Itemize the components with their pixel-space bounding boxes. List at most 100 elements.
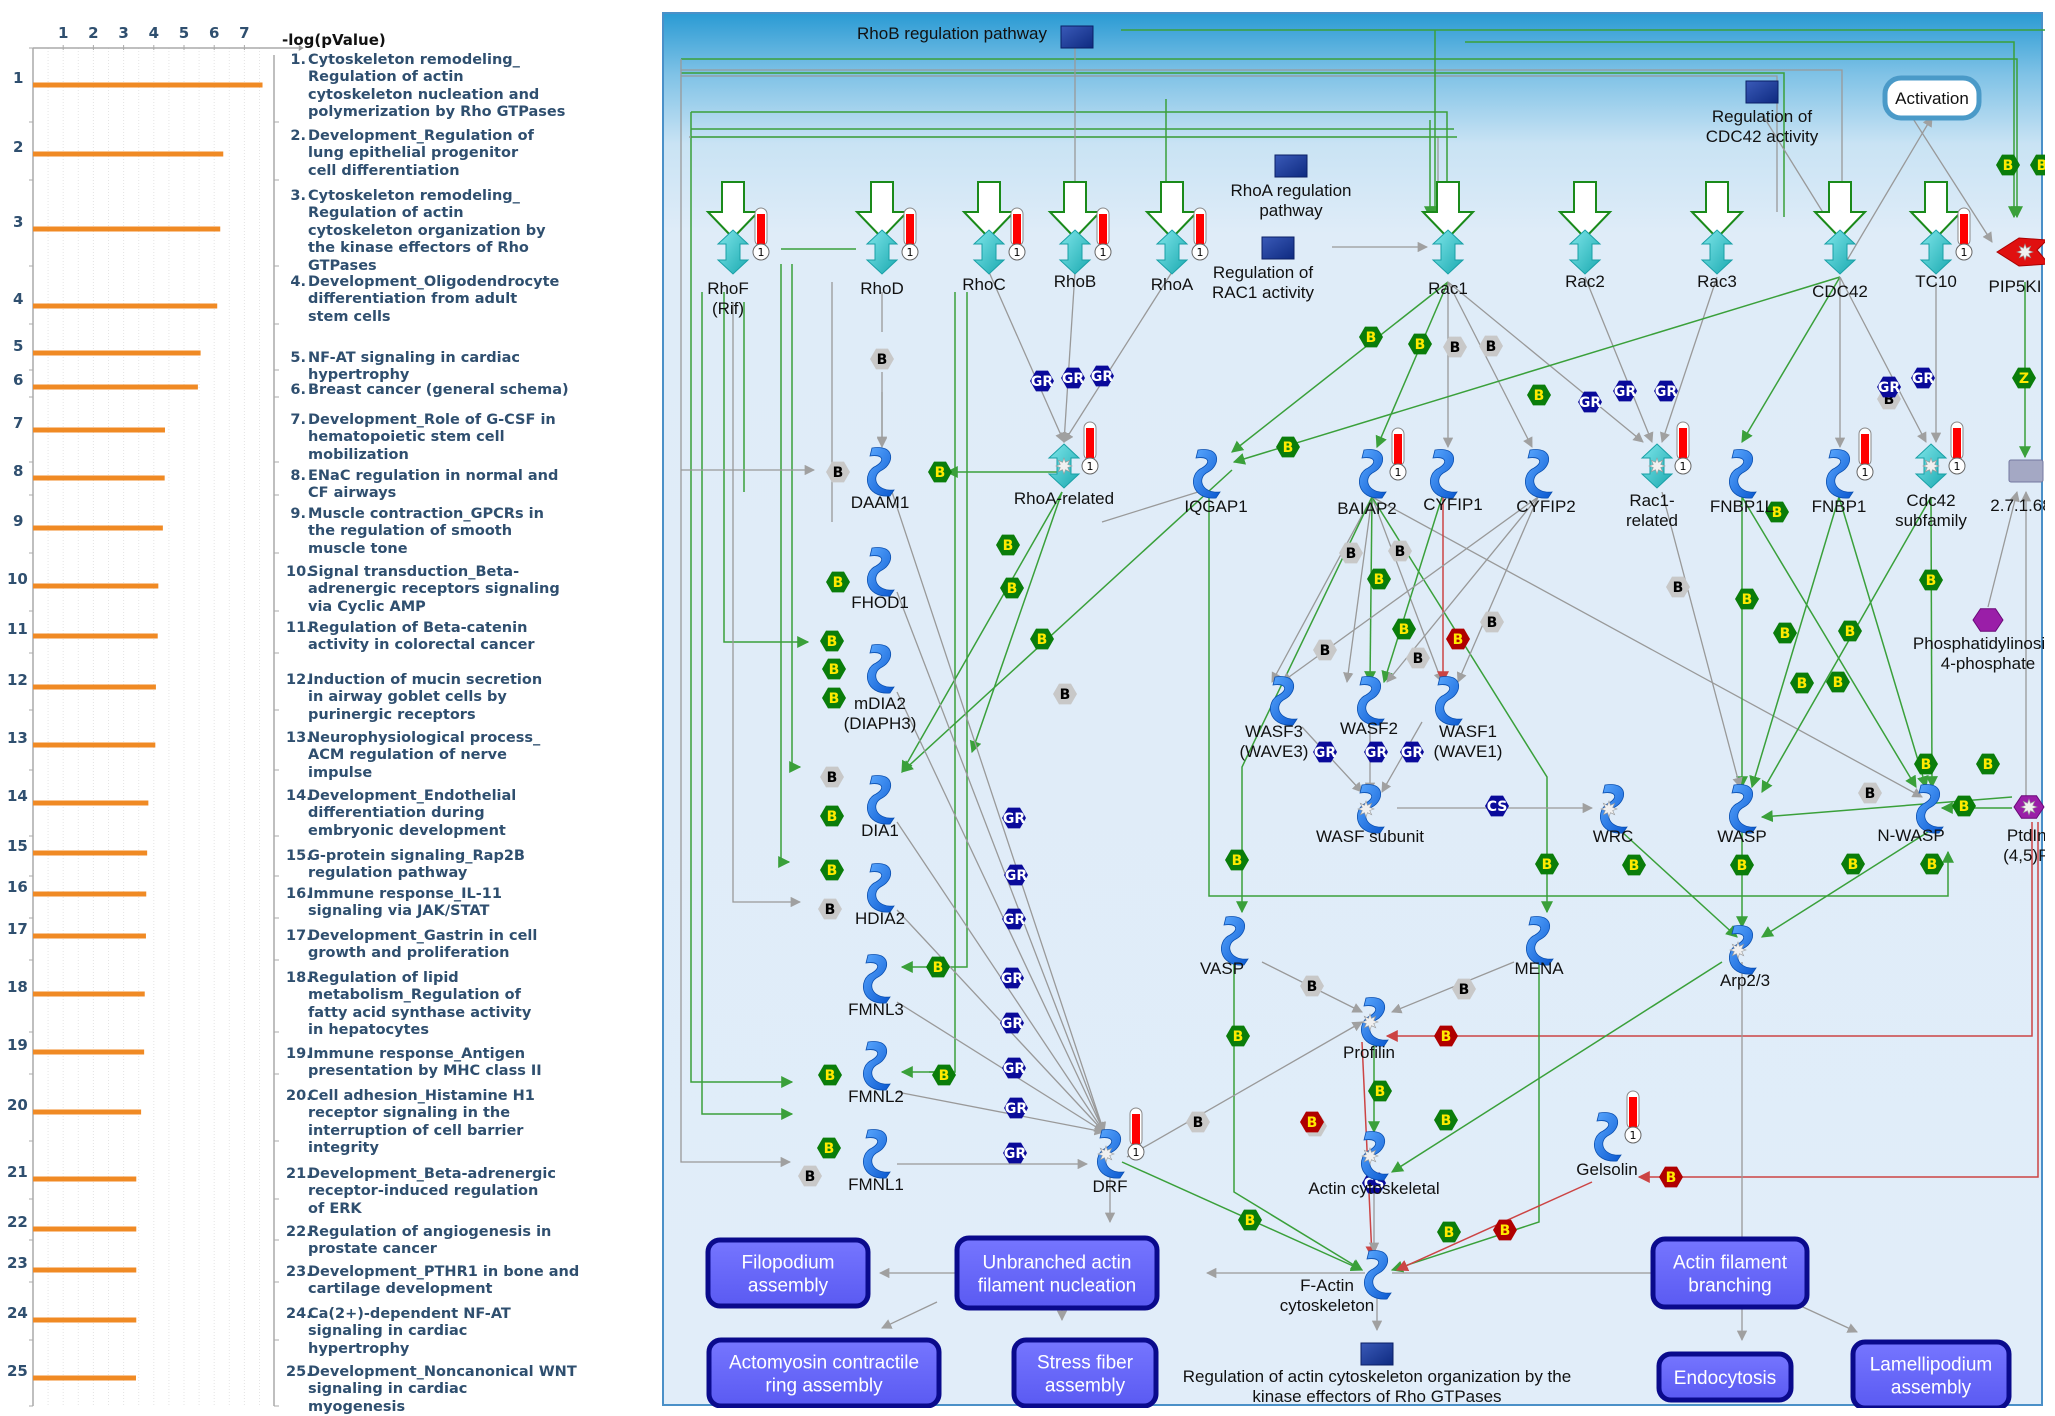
gr-interaction-badge[interactable]: GR — [1578, 391, 1602, 413]
binding-badge[interactable]: B — [1437, 1221, 1461, 1243]
binding-badge[interactable]: B — [1919, 569, 1943, 591]
binding-badge[interactable]: B — [1434, 1109, 1458, 1131]
node-fhod1[interactable]: FHOD1 — [851, 547, 909, 612]
pathway-link-rhob-reg[interactable]: RhoB regulation pathway — [857, 24, 1094, 49]
gr-interaction-badge[interactable]: GR — [1877, 376, 1901, 398]
binding-badge[interactable]: B — [1952, 795, 1976, 817]
node-ec27168[interactable]: 2.7.1.68 — [1990, 459, 2045, 515]
binding-badge[interactable]: B — [1527, 384, 1551, 406]
binding-badge[interactable]: B — [820, 859, 844, 881]
binding-badge[interactable]: B — [1030, 628, 1054, 650]
gr-interaction-badge[interactable]: GR — [1002, 807, 1026, 829]
binding-badge[interactable]: B — [1225, 849, 1249, 871]
node-cyfip1[interactable]: CYFIP1 — [1423, 449, 1483, 514]
node-rac3[interactable]: Rac3 — [1697, 229, 1737, 291]
node-cdc42[interactable]: CDC42 — [1812, 229, 1868, 301]
binding-badge[interactable]: B — [1493, 1219, 1517, 1241]
binding-badge[interactable]: B — [928, 461, 952, 483]
binding-badge[interactable]: B — [1368, 1080, 1392, 1102]
node-tc10[interactable]: TC10 — [1915, 229, 1957, 291]
process-stress-fiber[interactable]: Stress fiberassembly — [1011, 1337, 1159, 1408]
binding-badge[interactable]: B — [1238, 1209, 1262, 1231]
binding-badge[interactable]: B — [1359, 326, 1383, 348]
node-wrc[interactable]: WRC — [1593, 784, 1634, 846]
gr-interaction-badge[interactable]: CS — [1485, 795, 1509, 817]
gr-interaction-badge[interactable]: GR — [1004, 1097, 1028, 1119]
gr-interaction-badge[interactable]: GR — [1313, 741, 1337, 763]
node-fmnl3[interactable]: FMNL3 — [848, 954, 904, 1019]
node-rac2[interactable]: Rac2 — [1565, 229, 1605, 291]
binding-badge[interactable]: B — [822, 687, 846, 709]
pathway-link-rac1-reg[interactable]: Regulation ofRAC1 activity — [1212, 236, 1315, 302]
binding-badge[interactable]: B — [1434, 1025, 1458, 1047]
binding-badge[interactable]: B — [820, 630, 844, 652]
node-dia1[interactable]: DIA1 — [861, 775, 899, 840]
node-factin[interactable]: F-Actincytoskeleton — [1280, 1250, 1392, 1315]
node-vasp[interactable]: VASP — [1200, 916, 1249, 978]
binding-badge[interactable]: B — [2030, 154, 2045, 176]
node-wasp[interactable]: WASP — [1717, 784, 1767, 846]
gr-interaction-badge[interactable]: GR — [1000, 967, 1024, 989]
gr-interaction-badge[interactable]: GR — [1003, 1142, 1027, 1164]
binding-badge[interactable]: B — [1730, 854, 1754, 876]
process-branching[interactable]: Actin filamentbranching — [1650, 1236, 1810, 1310]
pathway-link-rhoa-reg[interactable]: RhoA regulationpathway — [1231, 154, 1352, 220]
node-fnbp1[interactable]: FNBP1 — [1812, 449, 1867, 516]
binding-badge[interactable]: B — [1226, 1025, 1250, 1047]
gr-interaction-badge[interactable]: GR — [1000, 1012, 1024, 1034]
binding-badge[interactable]: B — [1976, 753, 2000, 775]
node-pip2[interactable]: PtdIns(4,5)P2 — [2003, 795, 2045, 865]
gr-interaction-badge[interactable]: GR — [1002, 1057, 1026, 1079]
binding-badge[interactable]: B — [1408, 333, 1432, 355]
node-fmnl1[interactable]: FMNL1 — [848, 1129, 904, 1194]
gr-interaction-badge[interactable]: GR — [1364, 741, 1388, 763]
node-mdia2[interactable]: mDIA2(DIAPH3) — [844, 644, 917, 733]
binding-badge[interactable]: B — [1735, 588, 1759, 610]
node-baiap2[interactable]: BAIAP2 — [1337, 449, 1397, 518]
binding-badge[interactable]: B — [1858, 782, 1882, 804]
binding-badge[interactable]: B — [822, 658, 846, 680]
binding-badge[interactable]: B — [1920, 853, 1944, 875]
process-endocytosis[interactable]: Endocytosis — [1656, 1351, 1794, 1403]
node-wasf3[interactable]: WASF3(WAVE3) — [1240, 676, 1309, 761]
gr-interaction-badge[interactable]: GR — [1002, 908, 1026, 930]
node-rhoA[interactable]: RhoA — [1151, 229, 1194, 294]
binding-badge[interactable]: B — [1443, 336, 1467, 358]
node-rhoA-related[interactable]: RhoA-related — [1014, 443, 1114, 508]
node-fnbp1l[interactable]: FNBP1L — [1710, 449, 1774, 516]
gr-interaction-badge[interactable]: GR — [1061, 367, 1085, 389]
node-pi4p[interactable]: Phosphatidylinositol4-phosphate — [1913, 608, 2045, 673]
node-profilin[interactable]: Profilin — [1343, 997, 1395, 1062]
binding-badge[interactable]: B — [1392, 618, 1416, 640]
node-rhoF[interactable]: RhoF(Rif) — [707, 229, 750, 318]
catalysis-badge[interactable]: Z — [2012, 367, 2036, 389]
node-hdia2[interactable]: HDIA2 — [855, 863, 905, 928]
node-daam1[interactable]: DAAM1 — [851, 447, 910, 512]
binding-badge[interactable]: B — [1480, 611, 1504, 633]
binding-badge[interactable]: B — [1276, 436, 1300, 458]
gr-interaction-badge[interactable]: GR — [1911, 367, 1935, 389]
binding-badge[interactable]: B — [1406, 647, 1430, 669]
process-lamellipodium[interactable]: Lamellipodiumassembly — [1850, 1339, 2012, 1408]
node-rac1[interactable]: Rac1 — [1428, 229, 1468, 298]
gr-interaction-badge[interactable]: GR — [1030, 370, 1054, 392]
node-nwasp[interactable]: N-WASP — [1877, 784, 1945, 845]
node-mena[interactable]: MENA — [1514, 916, 1564, 978]
binding-badge[interactable]: B — [820, 766, 844, 788]
gr-interaction-badge[interactable]: GR — [1090, 365, 1114, 387]
binding-badge[interactable]: B — [820, 805, 844, 827]
node-rhoB[interactable]: RhoB — [1054, 229, 1097, 291]
binding-badge[interactable]: B — [1666, 576, 1690, 598]
node-cyfip2[interactable]: CYFIP2 — [1516, 449, 1576, 516]
binding-badge[interactable]: B — [1053, 683, 1077, 705]
pathway-link-cdc42-reg[interactable]: Regulation ofCDC42 activity — [1706, 80, 1819, 146]
node-iqgap1[interactable]: IQGAP1 — [1184, 449, 1248, 516]
binding-badge[interactable]: B — [818, 1064, 842, 1086]
node-actin-cyto[interactable]: Actin cytoskeletal — [1308, 1131, 1440, 1198]
binding-badge[interactable]: B — [1339, 542, 1363, 564]
activation-box[interactable]: Activation — [1882, 75, 1982, 121]
node-rhoC[interactable]: RhoC — [962, 229, 1006, 294]
gr-interaction-badge[interactable]: GR — [1654, 380, 1678, 402]
binding-badge[interactable]: B — [1622, 854, 1646, 876]
binding-badge[interactable]: B — [1535, 853, 1559, 875]
